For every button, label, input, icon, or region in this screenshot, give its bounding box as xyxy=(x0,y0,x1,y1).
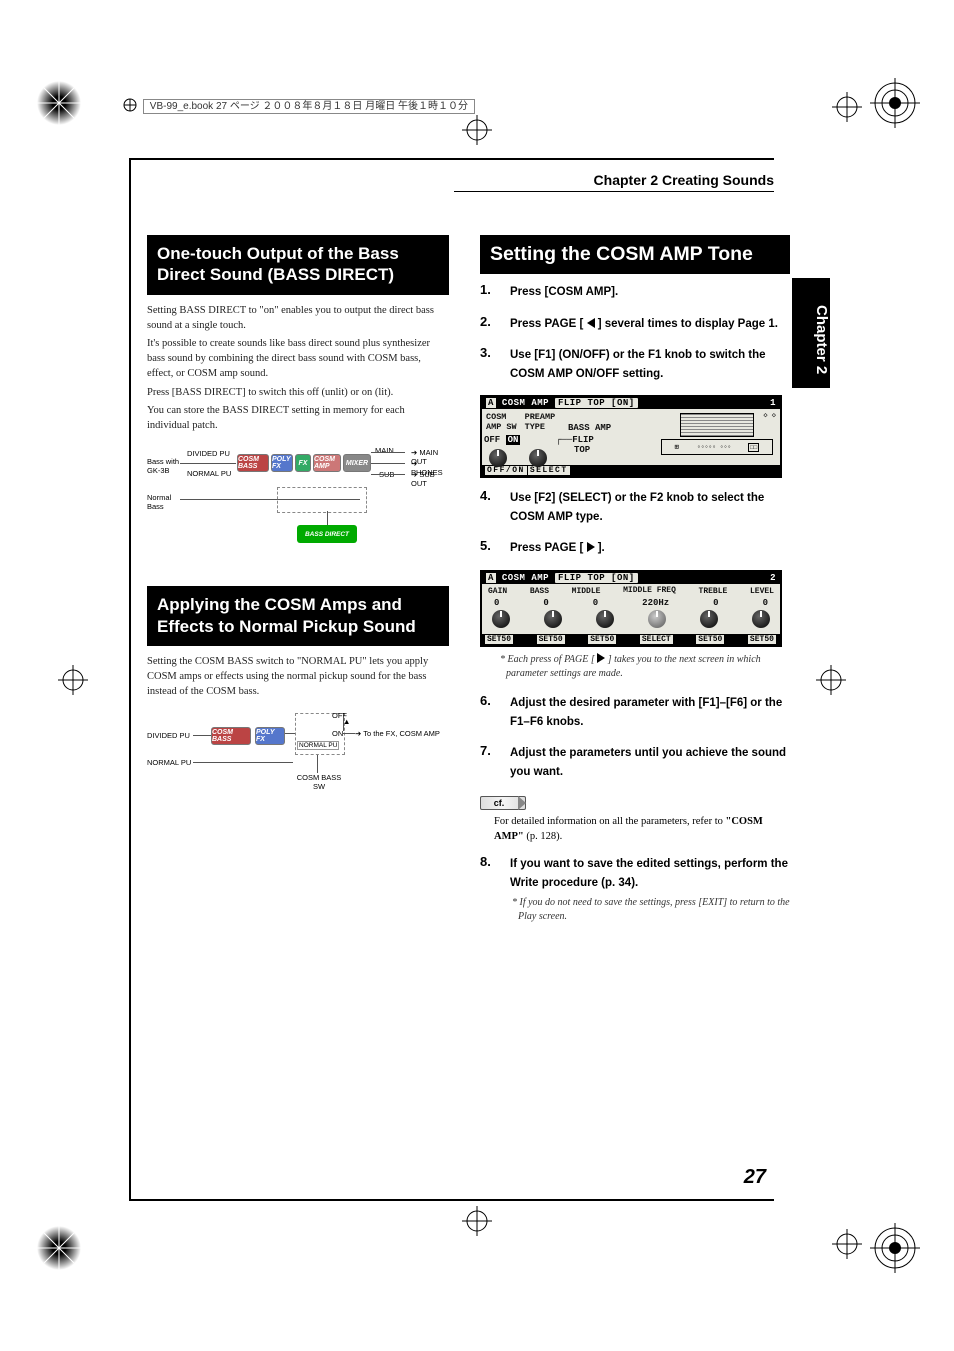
step-7: 7. Adjust the parameters until you achie… xyxy=(480,743,790,780)
tri-left-icon xyxy=(587,318,595,328)
registration-mark xyxy=(832,1229,862,1259)
chapter-header: Chapter 2 Creating Sounds xyxy=(454,172,774,192)
print-header-info: VB-99_e.book 27 ページ ２００８年８月１８日 月曜日 午後１時１… xyxy=(122,97,475,113)
procedure-steps-cont2: 6. Adjust the desired parameter with [F1… xyxy=(480,693,790,780)
step-5: 5. Press PAGE [ ]. xyxy=(480,538,790,557)
step-1: 1. Press [COSM AMP]. xyxy=(480,282,790,301)
body-paragraph: Setting BASS DIRECT to "on" enables you … xyxy=(147,303,449,333)
step-4: 4. Use [F2] (SELECT) or the F2 knob to s… xyxy=(480,488,790,525)
print-corner-mark xyxy=(34,78,84,128)
section-heading-bass-direct: One-touch Output of the Bass Direct Soun… xyxy=(147,235,449,295)
lcd-screenshot-1: A COSM AMP FLIP TOP [ON] 1 COSMAMP SWPRE… xyxy=(480,395,782,478)
body-paragraph: Setting the COSM BASS switch to "NORMAL … xyxy=(147,654,449,700)
registration-mark xyxy=(816,665,846,695)
registration-mark xyxy=(462,115,492,145)
signal-flow-diagram-1: Bass with GK-3B Normal Bass DIVIDED PU N… xyxy=(147,443,449,558)
signal-flow-diagram-2: DIVIDED PU NORMAL PU COSM BASS POLY FX O… xyxy=(147,711,449,801)
procedure-steps-cont: 4. Use [F2] (SELECT) or the F2 knob to s… xyxy=(480,488,790,557)
registration-mark xyxy=(462,1206,492,1236)
procedure-steps-cont3: 8. If you want to save the edited settin… xyxy=(480,854,790,923)
footnote-page: Each press of PAGE [ ] takes you to the … xyxy=(498,653,790,681)
tri-right-icon xyxy=(587,542,595,552)
step-6: 6. Adjust the desired parameter with [F1… xyxy=(480,693,790,730)
right-column: Setting the COSM AMP Tone 1. Press [COSM… xyxy=(480,235,790,937)
section-heading-cosm-amp-tone: Setting the COSM AMP Tone xyxy=(480,235,790,274)
print-corner-mark xyxy=(870,1223,920,1273)
page-number: 27 xyxy=(744,1166,766,1189)
step-2: 2. Press PAGE [ ] several times to displ… xyxy=(480,314,790,333)
step-8: 8. If you want to save the edited settin… xyxy=(480,854,790,923)
page-frame-top xyxy=(129,158,774,160)
section-heading-cosm-normal-pu: Applying the COSM Amps and Effects to No… xyxy=(147,586,449,646)
print-corner-mark xyxy=(870,78,920,128)
left-column: One-touch Output of the Bass Direct Soun… xyxy=(147,235,449,801)
registration-mark xyxy=(832,92,862,122)
lcd-screenshot-2: A COSM AMP FLIP TOP [ON] 2 GAIN BASS MID… xyxy=(480,570,782,647)
print-corner-mark xyxy=(34,1223,84,1273)
procedure-steps: 1. Press [COSM AMP]. 2. Press PAGE [ ] s… xyxy=(480,282,790,382)
page-frame-bottom xyxy=(129,1199,774,1201)
body-paragraph: You can store the BASS DIRECT setting in… xyxy=(147,403,449,433)
step-3: 3. Use [F1] (ON/OFF) or the F1 knob to s… xyxy=(480,345,790,382)
body-paragraph: It's possible to create sounds like bass… xyxy=(147,336,449,382)
page-frame-left xyxy=(129,158,131,1201)
body-paragraph: Press [BASS DIRECT] to switch this off (… xyxy=(147,385,449,400)
cf-reference-box: cf. For detailed information on all the … xyxy=(480,793,790,844)
registration-mark xyxy=(58,665,88,695)
chapter-side-tab: Chapter 2 xyxy=(792,278,830,388)
